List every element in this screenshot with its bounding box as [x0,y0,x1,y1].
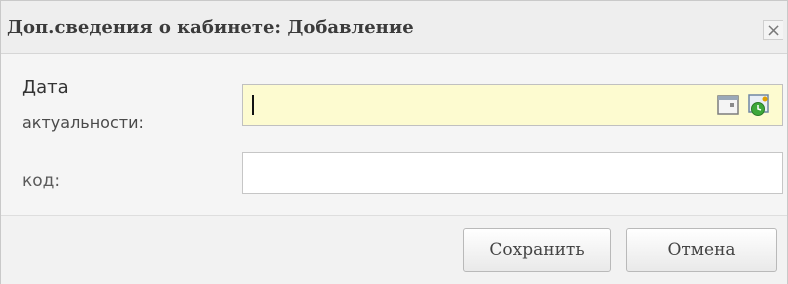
dialog-titlebar: Доп.сведения о кабинете: Добавление × [1,1,787,54]
dialog-title: Доп.сведения о кабинете: Добавление [7,17,414,38]
save-button[interactable]: Сохранить [463,228,611,272]
code-label: код: [22,171,61,191]
code-field[interactable] [242,152,783,194]
clock-icon[interactable] [748,93,772,117]
close-icon: × [765,20,782,41]
cancel-button[interactable]: Отмена [626,228,777,272]
date-field[interactable] [242,84,783,126]
dialog-form: Дата актуальности: код: [1,54,787,215]
close-button[interactable]: × [763,20,783,41]
date-label-line1: Дата [22,77,69,98]
add-cabinet-info-dialog: Доп.сведения о кабинете: Добавление × Да… [0,0,788,284]
text-caret [252,95,254,115]
calendar-icon[interactable] [717,93,741,117]
dialog-footer: Сохранить Отмена [1,215,787,284]
date-label-line2: актуальности: [22,113,144,132]
